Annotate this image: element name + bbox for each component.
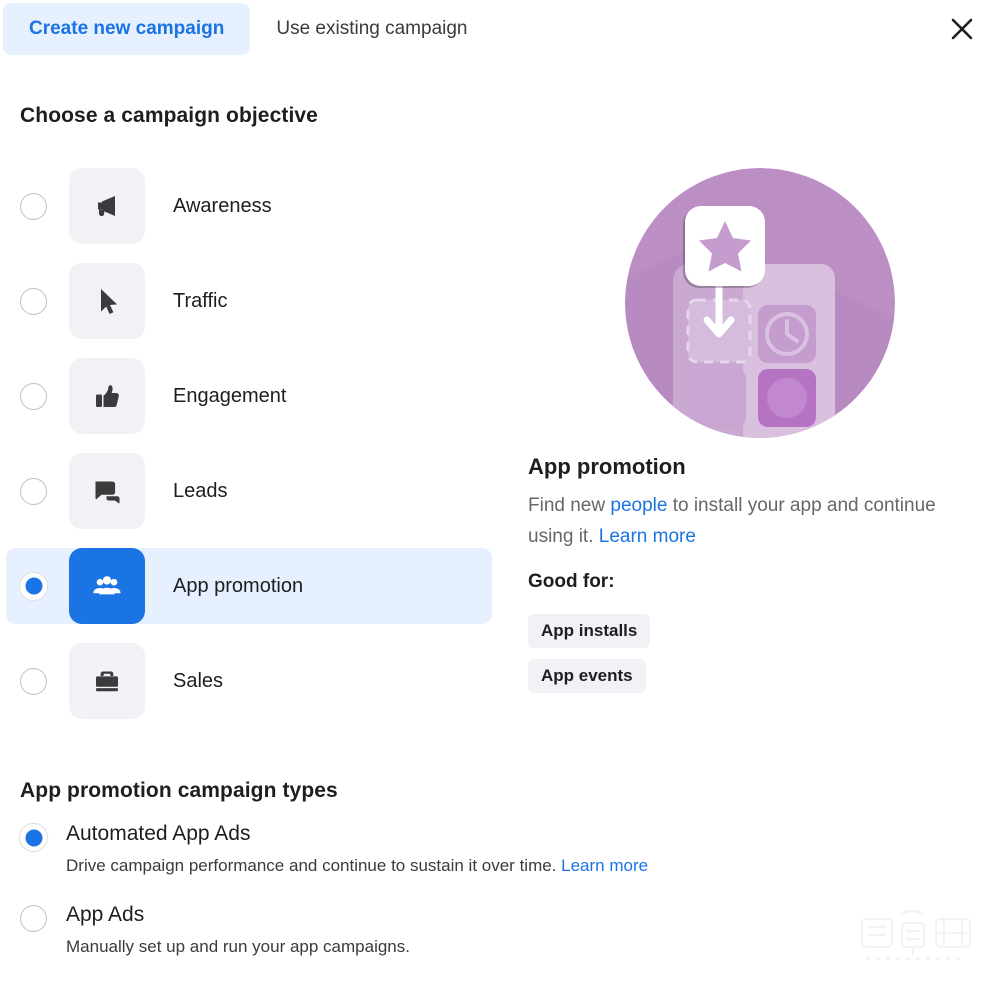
campaign-type-label-app-ads: App Ads xyxy=(66,903,145,926)
objective-list: Awareness Traffic Engagement Leads App p… xyxy=(6,168,492,738)
campaign-type-app-ads-body: App Ads Manually set up and run your app… xyxy=(66,901,920,960)
thumbs-up-icon xyxy=(89,378,125,414)
close-icon xyxy=(949,16,975,42)
objective-option-app-promotion[interactable]: App promotion xyxy=(6,548,492,624)
objective-label-app-promotion: App promotion xyxy=(173,574,304,597)
tab-create-new-campaign[interactable]: Create new campaign xyxy=(3,3,251,55)
close-button[interactable] xyxy=(942,9,982,49)
radio-app-ads-wrap xyxy=(20,901,66,932)
app-promotion-illustration xyxy=(625,168,895,438)
campaign-type-automated-app-ads-body: Automated App Ads Drive campaign perform… xyxy=(66,820,920,879)
page-title: Choose a campaign objective xyxy=(20,104,318,127)
tab-bar: Create new campaign Use existing campaig… xyxy=(0,0,1000,58)
campaign-type-automated-app-ads[interactable]: Automated App Ads Drive campaign perform… xyxy=(20,820,920,879)
people-group-icon-tile xyxy=(69,548,145,624)
objective-label-leads: Leads xyxy=(173,479,228,502)
campaign-types-list: Automated App Ads Drive campaign perform… xyxy=(20,820,920,982)
campaign-objective-dialog: Create new campaign Use existing campaig… xyxy=(0,0,1000,985)
radio-app-promotion[interactable] xyxy=(20,572,47,600)
briefcase-icon-tile xyxy=(69,643,145,719)
campaign-type-desc-automated-app-ads: Drive campaign performance and continue … xyxy=(66,853,920,879)
detail-description: Find new people to install your app and … xyxy=(528,490,948,552)
campaign-type-desc-app-ads: Manually set up and run your app campaig… xyxy=(66,937,410,956)
briefcase-icon xyxy=(89,663,125,699)
people-link[interactable]: people xyxy=(610,495,667,516)
objective-option-leads[interactable]: Leads xyxy=(6,453,492,529)
megaphone-icon xyxy=(89,188,125,224)
campaign-type-app-ads[interactable]: App Ads Manually set up and run your app… xyxy=(20,901,920,960)
people-group-icon xyxy=(89,568,125,604)
objective-option-awareness[interactable]: Awareness xyxy=(6,168,492,244)
chip-app-events: App events xyxy=(528,659,646,693)
megaphone-icon-tile xyxy=(69,168,145,244)
objective-option-traffic[interactable]: Traffic xyxy=(6,263,492,339)
cursor-icon xyxy=(89,283,125,319)
detail-title: App promotion xyxy=(528,454,686,479)
radio-leads[interactable] xyxy=(20,477,47,505)
speech-bubbles-icon-tile xyxy=(69,453,145,529)
radio-app-ads[interactable] xyxy=(20,905,47,932)
objective-option-sales[interactable]: Sales xyxy=(6,643,492,719)
learn-more-link[interactable]: Learn more xyxy=(599,526,696,547)
objective-label-traffic: Traffic xyxy=(173,289,228,312)
detail-desc-text-1: Find new xyxy=(528,495,611,516)
good-for-chip-list: App installs App events xyxy=(528,614,651,704)
chip-app-installs: App installs xyxy=(528,614,651,648)
cursor-icon-tile xyxy=(69,263,145,339)
tab-use-existing-campaign-label: Use existing campaign xyxy=(276,18,468,39)
radio-automated-app-ads[interactable] xyxy=(20,824,47,851)
automated-app-ads-desc-text: Drive campaign performance and continue … xyxy=(66,856,562,875)
objective-label-sales: Sales xyxy=(173,669,224,692)
speech-bubbles-icon xyxy=(89,473,125,509)
tab-use-existing-campaign[interactable]: Use existing campaign xyxy=(250,0,493,58)
tab-create-new-campaign-label: Create new campaign xyxy=(29,18,225,39)
objective-option-engagement[interactable]: Engagement xyxy=(6,358,492,434)
automated-app-ads-learn-more-link[interactable]: Learn more xyxy=(561,856,648,875)
campaign-type-label-automated-app-ads: Automated App Ads xyxy=(66,822,251,845)
campaign-types-title: App promotion campaign types xyxy=(20,779,338,802)
radio-engagement[interactable] xyxy=(20,382,47,410)
good-for-label: Good for: xyxy=(528,571,615,592)
radio-automated-app-ads-wrap xyxy=(20,820,66,851)
radio-traffic[interactable] xyxy=(20,287,47,315)
objective-label-engagement: Engagement xyxy=(173,384,287,407)
radio-sales[interactable] xyxy=(20,667,47,695)
thumbs-up-icon-tile xyxy=(69,358,145,434)
objective-label-awareness: Awareness xyxy=(173,194,272,217)
radio-awareness[interactable] xyxy=(20,192,47,220)
